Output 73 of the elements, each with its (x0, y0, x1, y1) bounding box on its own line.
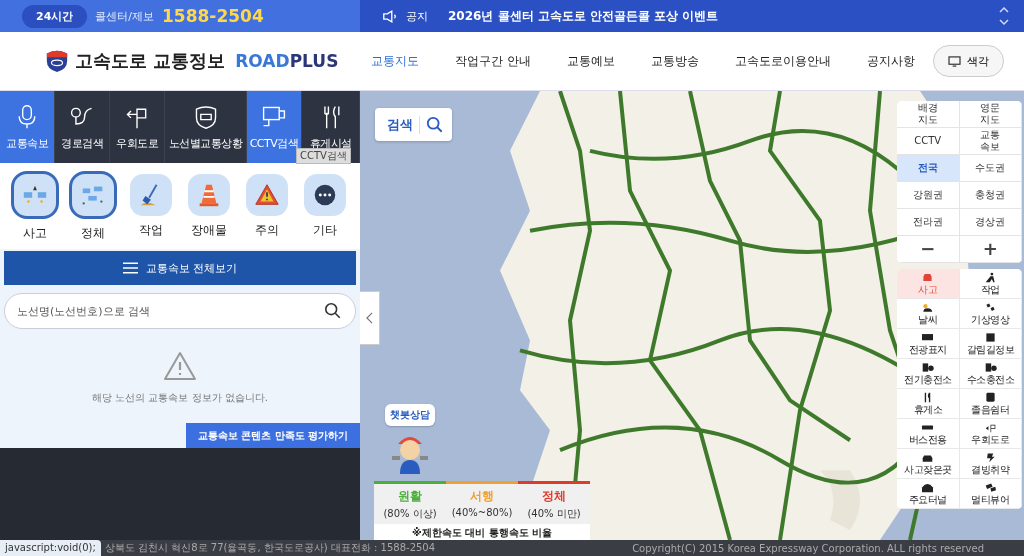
notice-link[interactable]: 2026년 콜센터 고속도로 안전골든콜 포상 이벤트 (448, 7, 990, 25)
speaker-icon (382, 9, 398, 23)
footer-address: 상북도 김천시 혁신8로 77(율곡동, 한국도로공사) 대표전화 : 1588-2504 (104, 541, 437, 555)
category-button[interactable]: 작업 (123, 173, 179, 239)
map-layer-button[interactable]: 수도권 (959, 155, 1022, 182)
map-poi-button[interactable]: 수소충전소 (959, 359, 1022, 389)
collapse-handle[interactable] (360, 291, 380, 345)
copyright-text: Copyright(C) 2015 Korea Expressway Corporation. ALL rights reserved (632, 542, 984, 554)
map-poi-button[interactable]: 전광표지 (897, 329, 960, 359)
zoom-out-button[interactable]: − (897, 236, 960, 263)
map-poi-button[interactable]: 결빙취약 (959, 449, 1022, 479)
map-layer-button[interactable]: 충청권 (959, 182, 1022, 209)
map-layer-button[interactable]: 전국 (897, 155, 960, 182)
brand-name: ROADPLUS (235, 51, 339, 71)
map-poi-button[interactable]: 멀티뷰어 (959, 479, 1022, 509)
menu-icon (122, 262, 138, 274)
monitor-icon (948, 55, 961, 67)
fuel-pump-icon (920, 362, 936, 373)
map-poi-button[interactable]: 사고 (897, 269, 960, 299)
chevron-left-icon (366, 312, 373, 324)
notice-label: 공지 (406, 8, 428, 24)
map-poi-button[interactable]: 사고잦은곳 (897, 449, 960, 479)
map-poi-button[interactable]: 갈림길정보 (959, 329, 1022, 359)
map-poi-button[interactable]: 주요터널 (897, 479, 960, 509)
map-layer-button[interactable]: 배경 지도 (897, 101, 960, 128)
nav-link[interactable]: 작업구간 안내 (437, 52, 549, 70)
category-button[interactable]: 장애물 (181, 173, 237, 239)
color-vision-button[interactable]: 색각 (933, 45, 1004, 77)
nav-link[interactable]: 공지사항 (849, 52, 933, 70)
legend-note: ※제한속도 대비 통행속도 비율 (410, 526, 554, 540)
highway-shield-icon (45, 49, 69, 73)
map-poi-button[interactable]: 기상영상 (959, 299, 1022, 329)
map-poi-button[interactable]: 우회도로 (959, 419, 1022, 449)
map-poi-button[interactable]: 전기충전소 (897, 359, 960, 389)
warning-icon (163, 351, 197, 381)
map-search-button[interactable]: 검색 (387, 115, 413, 134)
search-icon[interactable] (324, 302, 342, 320)
status-url: javascript:void(0); (0, 540, 101, 556)
map-poi-button[interactable]: 날씨 (897, 299, 960, 329)
nav-link[interactable]: 고속도로이용안내 (717, 52, 849, 70)
site-title: 고속도로 교통정보 (75, 49, 226, 73)
phone-number: 1588-2504 (162, 6, 264, 26)
map-layer-button[interactable]: 강원권 (897, 182, 960, 209)
side-tab[interactable]: 교통속보 (0, 91, 55, 163)
call-center-label: 콜센터/제보 (95, 8, 155, 24)
view-all-button[interactable]: 교통속보 전체보기 (4, 251, 356, 285)
search-icon[interactable] (419, 115, 444, 134)
category-button[interactable]: 기타 (297, 173, 353, 239)
map-layer-button[interactable]: 전라권 (897, 209, 960, 236)
category-button[interactable]: 주의 (239, 173, 295, 239)
map-poi-button[interactable]: 버스전용 (897, 419, 960, 449)
map-poi-button[interactable]: 졸음쉼터 (959, 389, 1022, 419)
empty-message: 해당 노선의 교통속보 정보가 없습니다. (92, 391, 268, 405)
zoom-in-button[interactable]: + (959, 236, 1022, 263)
scroll-arrows-icon[interactable] (998, 4, 1010, 28)
legend-item: 원활 (80% 이상) (374, 481, 446, 524)
map-poi-button[interactable]: 작업 (959, 269, 1022, 299)
map-layer-button[interactable]: 경상권 (959, 209, 1022, 236)
map-poi-button[interactable]: 휴게소 (897, 389, 960, 419)
legend-item: 서행 (40%~80%) (446, 481, 518, 524)
legend-item: 정체 (40% 미만) (518, 481, 590, 524)
tunnel-icon (920, 482, 936, 493)
chatbot-button[interactable]: 챗봇상담 (385, 404, 435, 426)
feedback-button[interactable]: 교통속보 콘텐츠 만족도 평가하기 (185, 423, 360, 448)
map-layer-button[interactable]: 교통 속보 (959, 128, 1022, 155)
nav-link[interactable]: 교통예보 (549, 52, 633, 70)
hours-badge: 24시간 (22, 4, 88, 28)
map-layer-button[interactable]: CCTV (897, 128, 960, 155)
map-layer-button[interactable]: 영문 지도 (959, 101, 1022, 128)
tooltip: CCTV검색 (296, 148, 351, 164)
nav-link[interactable]: 교통지도 (345, 52, 438, 70)
route-search-field[interactable]: 노선명(노선번호)으로 검색 (4, 293, 356, 329)
nav-link[interactable]: 교통방송 (633, 52, 717, 70)
